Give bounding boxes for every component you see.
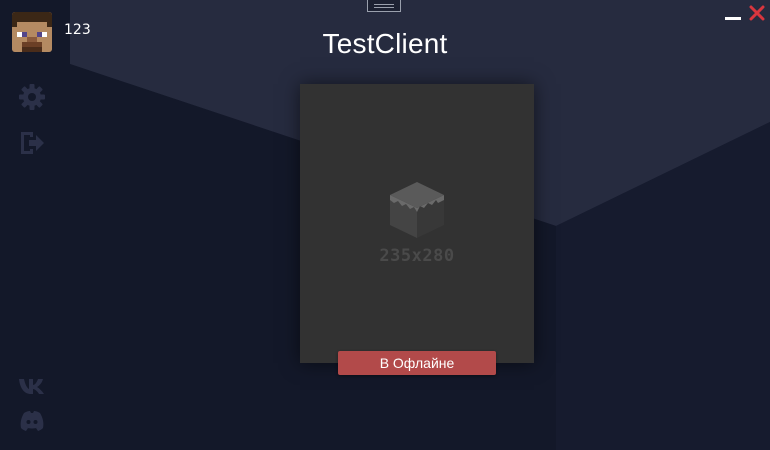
block-icon xyxy=(390,182,444,238)
gear-icon[interactable] xyxy=(18,83,46,111)
server-card: 235x280 xyxy=(300,84,534,363)
offline-button[interactable]: В Офлайне xyxy=(338,351,496,375)
drag-handle[interactable] xyxy=(367,0,401,12)
discord-icon[interactable] xyxy=(18,407,46,435)
close-icon[interactable] xyxy=(748,4,766,22)
app-title: TestClient xyxy=(322,28,448,59)
image-placeholder-label: 235x280 xyxy=(379,246,455,266)
logout-icon[interactable] xyxy=(18,129,46,157)
vk-icon[interactable] xyxy=(18,372,46,400)
minimize-button[interactable] xyxy=(725,17,741,20)
